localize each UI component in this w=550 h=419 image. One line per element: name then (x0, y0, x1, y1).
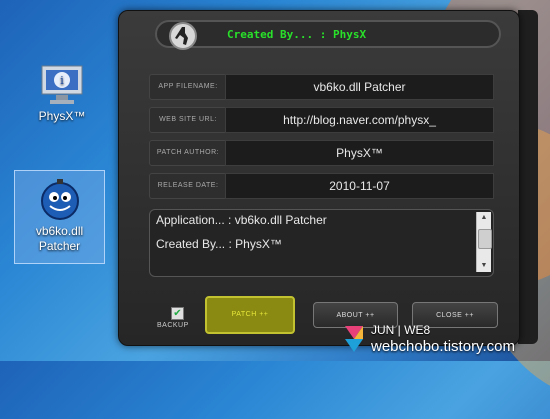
patch-author-label: PATCH AUTHOR: (149, 140, 227, 166)
vb6ko-icon-label-line1: vb6ko.dll (35, 224, 84, 238)
header-title: Created By... : PhysX (227, 28, 367, 41)
monitor-info-icon: i (41, 65, 83, 104)
panel-side-strip (518, 10, 538, 344)
patch-button[interactable]: PATCH ++ (205, 296, 295, 334)
info-line-created-by: Created By... : PhysX™ (156, 237, 282, 251)
watermark-logo-icon (345, 326, 363, 352)
release-date-label: RELEASE DATE: (149, 173, 227, 199)
counter-strike-logo-icon (169, 22, 197, 50)
watermark-line1: JUN | WE8 (371, 323, 431, 337)
scroll-up-arrow-icon[interactable]: ▲ (477, 212, 491, 224)
app-filename-label: APP FILENAME: (149, 74, 227, 100)
web-site-url-label: WEB SITE URL: (149, 107, 227, 133)
svg-text:i: i (60, 74, 64, 87)
info-line-application: Application... : vb6ko.dll Patcher (156, 213, 327, 227)
watermark-line2: webchobo.tistory.com (371, 338, 515, 355)
header-bar[interactable]: Created By... : PhysX (155, 20, 501, 48)
release-date-field: 2010-11-07 (225, 173, 494, 199)
info-textbox[interactable]: Application... : vb6ko.dll Patcher Creat… (149, 209, 494, 277)
vb6ko-patcher-desktop-icon[interactable]: vb6ko.dll Patcher (14, 170, 105, 264)
patcher-window: Created By... : PhysX APP FILENAME: vb6k… (118, 10, 520, 346)
physx-icon-label: PhysX™ (38, 109, 86, 123)
backup-checkbox[interactable]: ✔ (171, 307, 184, 320)
patch-author-field: PhysX™ (225, 140, 494, 166)
app-filename-field: vb6ko.dll Patcher (225, 74, 494, 100)
bomb-face-icon (40, 179, 79, 220)
vb6ko-icon-label-line2: Patcher (38, 239, 81, 253)
physx-desktop-icon[interactable]: i PhysX™ (22, 64, 102, 124)
scroll-thumb[interactable] (478, 229, 492, 249)
web-site-url-field: http://blog.naver.com/physx_ (225, 107, 494, 133)
watermark: JUN | WE8 webchobo.tistory.com (341, 322, 541, 356)
backup-label: BACKUP (157, 322, 189, 329)
info-scrollbar[interactable]: ▲ ▼ (476, 212, 492, 272)
scroll-down-arrow-icon[interactable]: ▼ (477, 260, 491, 272)
